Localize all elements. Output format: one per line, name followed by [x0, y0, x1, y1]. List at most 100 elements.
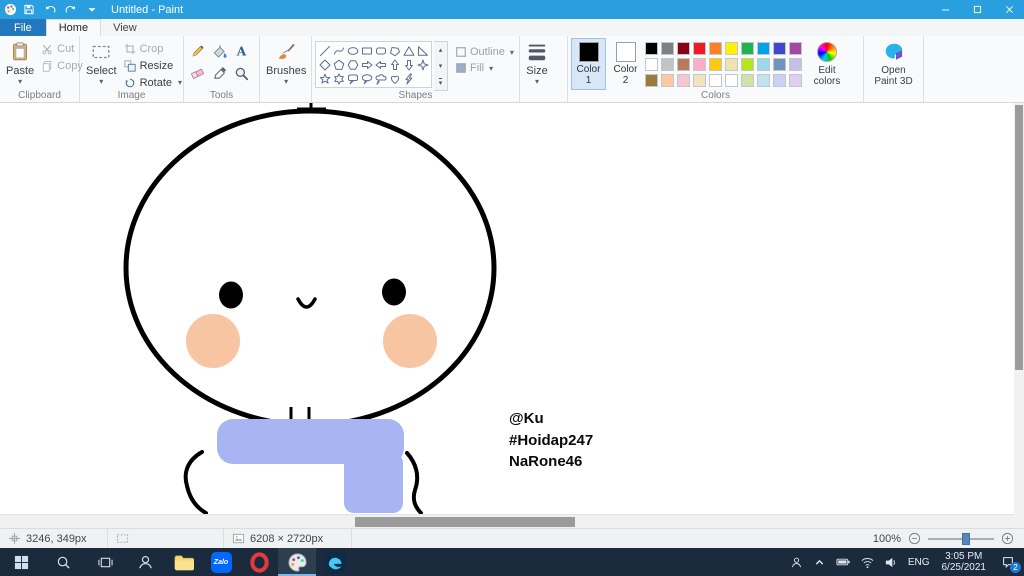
people-app-button[interactable] [126, 548, 164, 576]
horizontal-scrollbar-thumb[interactable] [355, 517, 575, 527]
palette-color-swatch[interactable] [693, 74, 706, 87]
vertical-scrollbar-thumb[interactable] [1015, 105, 1023, 370]
eraser-tool[interactable] [187, 63, 208, 84]
fill-with-color-tool[interactable] [209, 41, 230, 62]
cloud-callout-shape[interactable] [374, 72, 387, 85]
language-indicator[interactable]: ENG [902, 548, 936, 576]
edit-colors-button[interactable]: Edit colors [806, 38, 848, 89]
five-point-star-shape[interactable] [318, 72, 331, 85]
palette-color-swatch[interactable] [773, 42, 786, 55]
diamond-shape[interactable] [318, 58, 331, 71]
taskbar-search-button[interactable] [42, 548, 84, 576]
select-button[interactable]: Select [83, 38, 120, 87]
browser-app-button[interactable] [316, 548, 354, 576]
magnifier-tool[interactable] [231, 63, 252, 84]
palette-color-swatch[interactable] [709, 42, 722, 55]
rounded-callout-shape[interactable] [346, 72, 359, 85]
hexagon-shape[interactable] [346, 58, 359, 71]
palette-color-swatch[interactable] [741, 74, 754, 87]
heart-shape[interactable] [388, 72, 401, 85]
horizontal-scrollbar[interactable] [0, 514, 1014, 528]
taskbar-clock[interactable]: 3:05 PM 6/25/2021 [936, 548, 993, 576]
open-paint3d-button[interactable]: Open Paint 3D [867, 38, 920, 89]
palette-color-swatch[interactable] [757, 74, 770, 87]
up-arrow-shape[interactable] [388, 58, 401, 71]
vertical-scrollbar[interactable] [1014, 103, 1024, 514]
palette-color-swatch[interactable] [677, 42, 690, 55]
resize-button[interactable]: Resize [122, 58, 184, 73]
redo-button[interactable] [61, 1, 80, 18]
crop-button[interactable]: Crop [122, 41, 184, 56]
left-arrow-shape[interactable] [374, 58, 387, 71]
curve-shape[interactable] [332, 44, 345, 57]
gallery-scroll-up-icon[interactable] [434, 42, 447, 58]
color1-button[interactable]: Color 1 [571, 38, 606, 90]
palette-color-swatch[interactable] [773, 74, 786, 87]
down-arrow-shape[interactable] [402, 58, 415, 71]
palette-color-swatch[interactable] [645, 74, 658, 87]
brushes-button[interactable]: Brushes [263, 38, 309, 87]
quick-access-dropdown-button[interactable] [82, 1, 101, 18]
outline-button[interactable]: Outline [455, 46, 514, 58]
show-hidden-icons-button[interactable] [808, 548, 831, 576]
palette-color-swatch[interactable] [757, 58, 770, 71]
lightning-shape[interactable] [402, 72, 415, 85]
oval-callout-shape[interactable] [360, 72, 373, 85]
palette-color-swatch[interactable] [725, 58, 738, 71]
palette-color-swatch[interactable] [645, 58, 658, 71]
palette-color-swatch[interactable] [693, 42, 706, 55]
tab-file[interactable]: File [0, 19, 46, 36]
opera-app-button[interactable] [240, 548, 278, 576]
right-arrow-shape[interactable] [360, 58, 373, 71]
palette-color-swatch[interactable] [677, 58, 690, 71]
line-shape[interactable] [318, 44, 331, 57]
volume-indicator[interactable] [879, 548, 902, 576]
color2-button[interactable]: Color 2 [608, 38, 643, 90]
palette-color-swatch[interactable] [789, 74, 802, 87]
zalo-app-button[interactable]: Zalo [202, 548, 240, 576]
action-center-button[interactable]: 2 [992, 548, 1024, 576]
palette-color-swatch[interactable] [693, 58, 706, 71]
palette-color-swatch[interactable] [645, 42, 658, 55]
paste-button[interactable]: Paste [3, 38, 37, 87]
task-view-button[interactable] [84, 548, 126, 576]
triangle-shape[interactable] [402, 44, 415, 57]
palette-color-swatch[interactable] [661, 42, 674, 55]
save-button[interactable] [19, 1, 38, 18]
palette-color-swatch[interactable] [677, 74, 690, 87]
text-tool[interactable]: A [231, 41, 252, 62]
undo-button[interactable] [40, 1, 59, 18]
tab-home[interactable]: Home [45, 19, 102, 36]
oval-shape[interactable] [346, 44, 359, 57]
palette-color-swatch[interactable] [709, 58, 722, 71]
zoom-slider-thumb[interactable] [962, 532, 970, 545]
palette-color-swatch[interactable] [661, 74, 674, 87]
palette-color-swatch[interactable] [741, 42, 754, 55]
palette-color-swatch[interactable] [757, 42, 770, 55]
palette-color-swatch[interactable] [709, 74, 722, 87]
rectangle-shape[interactable] [360, 44, 373, 57]
file-explorer-button[interactable] [164, 548, 202, 576]
maximize-button[interactable] [962, 0, 992, 19]
pencil-tool[interactable] [187, 41, 208, 62]
four-point-star-shape[interactable] [416, 58, 429, 71]
gallery-more-icon[interactable] [434, 74, 447, 90]
rounded-rectangle-shape[interactable] [374, 44, 387, 57]
fill-button[interactable]: Fill [455, 62, 514, 74]
canvas-area[interactable]: @Ku #Hoidap247 NaRone46 [0, 103, 1014, 514]
tray-people-button[interactable] [785, 548, 808, 576]
paint-taskbar-button[interactable] [278, 548, 316, 576]
palette-color-swatch[interactable] [725, 42, 738, 55]
six-point-star-shape[interactable] [332, 72, 345, 85]
color-picker-tool[interactable] [209, 63, 230, 84]
palette-color-swatch[interactable] [789, 42, 802, 55]
polygon-shape[interactable] [388, 44, 401, 57]
size-button[interactable]: Size [523, 38, 551, 87]
right-triangle-shape[interactable] [416, 44, 429, 57]
zoom-slider[interactable] [928, 532, 994, 546]
gallery-scroll-down-icon[interactable] [434, 58, 447, 74]
copy-button[interactable]: Copy [39, 58, 85, 73]
cut-button[interactable]: Cut [39, 41, 85, 56]
battery-indicator[interactable] [831, 548, 856, 576]
rotate-button[interactable]: Rotate [122, 75, 184, 90]
